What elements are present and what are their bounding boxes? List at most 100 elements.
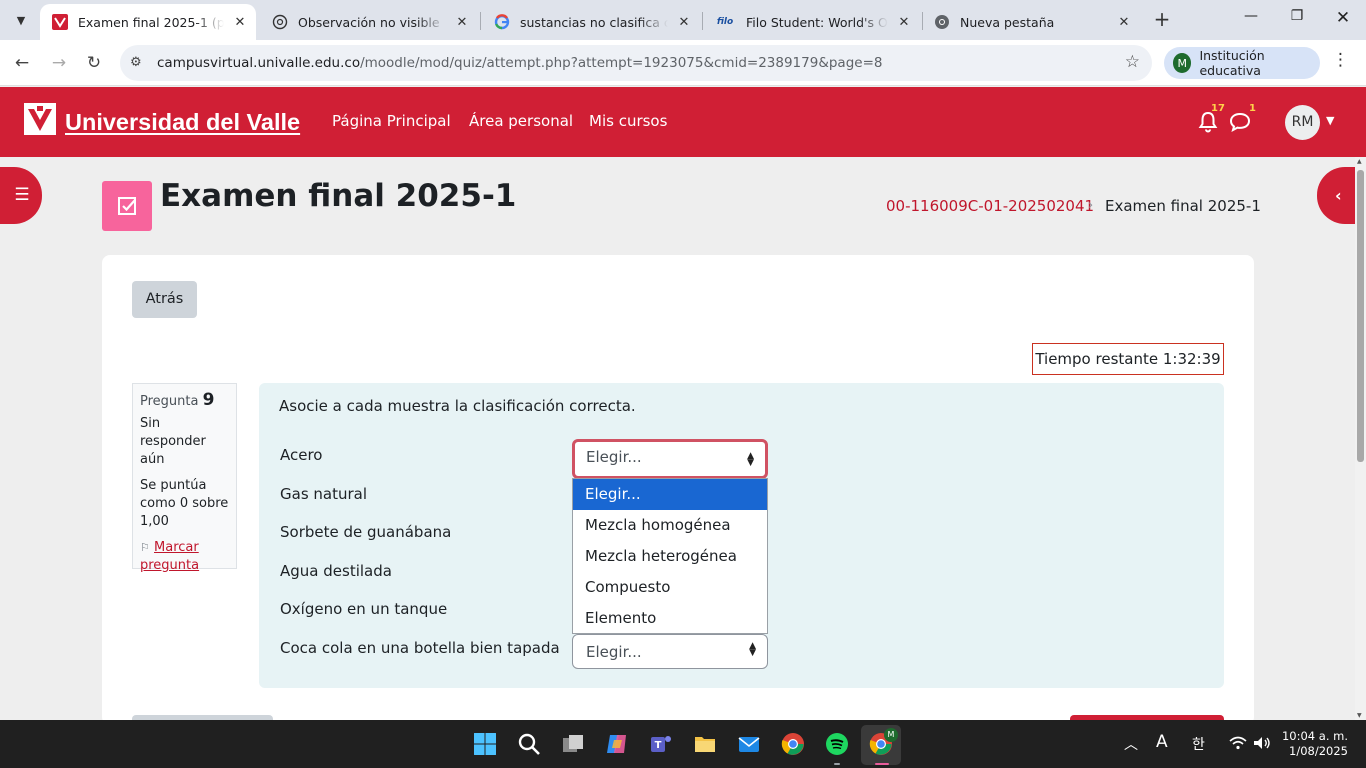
breadcrumb-separator-icon: › xyxy=(1088,198,1094,213)
restore-icon[interactable]: ❐ xyxy=(1274,8,1320,32)
bookmark-star-icon[interactable]: ☆ xyxy=(1125,52,1140,72)
select-dropdown-list: Elegir... Mezcla homogénea Mezcla hetero… xyxy=(572,478,768,634)
match-item-label: Acero xyxy=(280,446,323,464)
filo-icon: filo xyxy=(716,17,734,27)
clock-time: 10:04 a. m. xyxy=(1281,729,1348,743)
chrome-taskbar-icon[interactable] xyxy=(781,732,805,756)
messages-chat-icon[interactable] xyxy=(1229,112,1251,132)
messages-count-badge: 1 xyxy=(1249,103,1256,114)
running-indicator xyxy=(834,763,840,765)
spotify-icon[interactable] xyxy=(825,732,849,756)
breadcrumb-course-link[interactable]: 00-116009C-01-202502041 xyxy=(886,197,1094,215)
clock-date: 1/08/2025 xyxy=(1289,744,1348,758)
scroll-up-icon[interactable]: ▲ xyxy=(1357,158,1362,165)
tab-nueva[interactable]: Nueva pestaña ✕ xyxy=(922,4,1140,40)
dropdown-option[interactable]: Elegir... xyxy=(573,479,767,510)
tab-title: sustancias no clasifica como xyxy=(520,14,668,30)
match-item-label: Oxígeno en un tanque xyxy=(280,600,448,618)
tab-sustancias[interactable]: sustancias no clasifica como ✕ xyxy=(482,4,700,40)
ime-mode-label[interactable]: A xyxy=(1156,732,1168,752)
close-tab-icon[interactable]: ✕ xyxy=(894,15,914,30)
file-explorer-icon[interactable] xyxy=(693,732,717,756)
forward-arrow-icon[interactable]: → xyxy=(46,50,72,76)
profile-button[interactable]: M Institución educativa xyxy=(1164,47,1320,79)
show-hidden-icons-chevron-up-icon[interactable]: ︿ xyxy=(1124,734,1138,754)
dropdown-option[interactable]: Mezcla heterogénea xyxy=(573,541,767,572)
profile-label: Institución educativa xyxy=(1199,48,1265,78)
dropdown-option[interactable]: Elemento xyxy=(573,603,767,634)
match-select-coca-cola[interactable]: Elegir... ▲ ▼ xyxy=(572,634,768,669)
close-tab-icon[interactable]: ✕ xyxy=(230,15,250,30)
notification-bell-icon[interactable] xyxy=(1198,111,1218,133)
tab-filo[interactable]: filo Filo Student: World's Only Li ✕ xyxy=(702,4,920,40)
chevron-left-icon: ‹ xyxy=(1335,186,1342,205)
svg-text:T: T xyxy=(655,740,662,751)
back-button[interactable]: Atrás xyxy=(132,281,197,318)
chrome-icon xyxy=(934,14,950,30)
mail-icon[interactable] xyxy=(737,732,761,756)
match-item-label: Agua destilada xyxy=(280,562,392,580)
browser-toolbar: ← → ↻ ⚙ campusvirtual.univalle.edu.co/mo… xyxy=(0,40,1366,86)
close-tab-icon[interactable]: ✕ xyxy=(1114,15,1134,30)
close-window-icon[interactable]: ✕ xyxy=(1320,8,1366,32)
quiz-activity-icon xyxy=(102,181,152,231)
dropdown-option[interactable]: Compuesto xyxy=(573,572,767,603)
nav-area-personal[interactable]: Área personal xyxy=(469,112,573,130)
wifi-icon[interactable] xyxy=(1229,736,1247,750)
question-number: 9 xyxy=(202,390,215,410)
teams-icon[interactable]: T xyxy=(649,732,673,756)
match-item-label: Coca cola en una botella bien tapada xyxy=(280,639,560,657)
browser-menu-icon[interactable]: ⋮ xyxy=(1332,50,1349,70)
ime-korean-label[interactable]: 한 xyxy=(1192,734,1205,754)
tab-search-chevron-icon[interactable]: ▼ xyxy=(8,7,34,33)
time-remaining: Tiempo restante 1:32:39 xyxy=(1032,343,1224,375)
close-tab-icon[interactable]: ✕ xyxy=(452,15,472,30)
flag-icon: ⚐ xyxy=(140,541,150,554)
profile-badge: M xyxy=(884,728,898,742)
back-arrow-icon[interactable]: ← xyxy=(9,50,35,76)
course-index-drawer-toggle[interactable]: ☰ xyxy=(0,167,42,224)
flag-question-link[interactable]: ⚐ Marcar pregunta xyxy=(140,539,229,575)
reload-icon[interactable]: ↻ xyxy=(81,50,107,76)
windows-start-icon[interactable] xyxy=(473,732,497,756)
close-tab-icon[interactable]: ✕ xyxy=(674,15,694,30)
address-bar[interactable]: ⚙ campusvirtual.univalle.edu.co/moodle/m… xyxy=(120,45,1152,81)
browser-tab-strip: ▼ Examen final 2025-1 (página ✕ Observac… xyxy=(0,0,1366,40)
match-select-acero[interactable]: Elegir... ▲ ▼ xyxy=(572,439,768,479)
system-clock[interactable]: 10:04 a. m. 1/08/2025 xyxy=(1276,729,1348,759)
task-view-icon[interactable] xyxy=(561,732,585,756)
copilot-icon[interactable] xyxy=(605,732,629,756)
select-value: Elegir... xyxy=(586,643,642,661)
sort-arrows-icon: ▲ ▼ xyxy=(747,451,754,468)
tab-title: Observación no visible xyxy=(298,14,440,30)
moodle-icon xyxy=(52,14,68,30)
new-tab-icon[interactable]: + xyxy=(1150,8,1174,32)
dropdown-option[interactable]: Mezcla homogénea xyxy=(573,510,767,541)
tab-observacion[interactable]: Observación no visible ✕ xyxy=(260,4,478,40)
scrollbar-thumb[interactable] xyxy=(1357,170,1364,462)
scroll-down-icon[interactable]: ▼ xyxy=(1357,712,1362,719)
profile-avatar: M xyxy=(1173,53,1192,73)
search-icon[interactable] xyxy=(517,732,541,756)
tab-title: Filo Student: World's Only Li xyxy=(746,14,888,30)
nav-pagina-principal[interactable]: Página Principal xyxy=(332,112,451,130)
volume-icon[interactable] xyxy=(1253,736,1271,750)
minimize-icon[interactable]: — xyxy=(1228,8,1274,32)
breadcrumb-current: Examen final 2025-1 xyxy=(1105,197,1261,215)
site-info-icon[interactable]: ⚙ xyxy=(130,55,142,70)
question-prefix: Pregunta xyxy=(140,394,199,409)
list-icon: ☰ xyxy=(14,185,30,205)
user-menu-chevron-down-icon[interactable]: ▼ xyxy=(1326,114,1334,127)
notification-count-badge: 17 xyxy=(1211,103,1225,114)
tab-separator xyxy=(480,12,481,30)
nav-mis-cursos[interactable]: Mis cursos xyxy=(589,112,667,130)
match-item-label: Sorbete de guanábana xyxy=(280,523,452,541)
user-avatar[interactable]: RM xyxy=(1285,105,1320,140)
tab-examen[interactable]: Examen final 2025-1 (página ✕ xyxy=(40,4,256,40)
brand-name[interactable]: Universidad del Valle xyxy=(65,109,300,136)
site-navbar: Universidad del Valle Página Principal Á… xyxy=(0,87,1366,157)
univalle-logo-icon[interactable] xyxy=(24,103,56,135)
tab-title: Nueva pestaña xyxy=(960,14,1055,30)
google-icon xyxy=(494,14,510,30)
url-text[interactable]: campusvirtual.univalle.edu.co/moodle/mod… xyxy=(157,55,882,71)
